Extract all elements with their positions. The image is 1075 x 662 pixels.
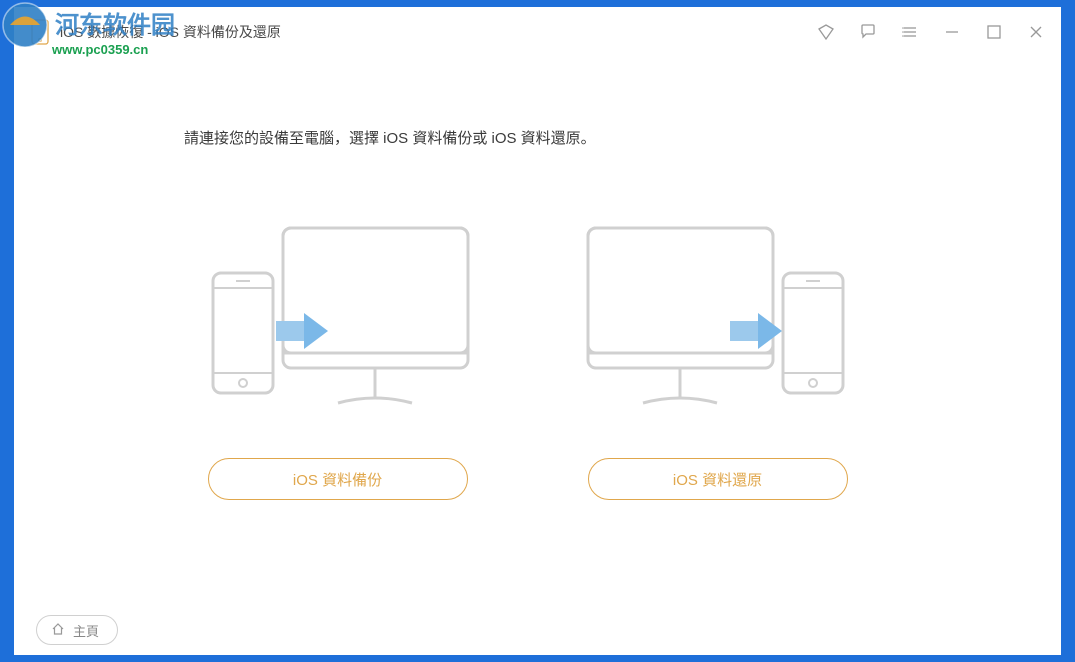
options-row: iOS 資料備份 [198,218,858,500]
restore-button[interactable]: iOS 資料還原 [588,458,848,500]
home-button-label: 主頁 [73,621,99,640]
instruction-text: 請連接您的設備至電腦，選擇 iOS 資料備份或 iOS 資料還原。 [184,127,596,148]
maximize-icon[interactable] [985,23,1003,41]
bottom-bar: 主頁 [14,605,1061,655]
titlebar: iOS 數據恢復 - iOS 資料備份及還原 [14,7,1061,57]
backup-button[interactable]: iOS 資料備份 [208,458,468,500]
close-icon[interactable] [1027,23,1045,41]
backup-button-label: iOS 資料備份 [293,469,382,490]
feedback-icon[interactable] [859,23,877,41]
home-button[interactable]: 主頁 [36,615,118,645]
minimize-icon[interactable] [943,23,961,41]
titlebar-left: iOS 數據恢復 - iOS 資料備份及還原 [30,18,281,46]
app-title: iOS 數據恢復 - iOS 資料備份及還原 [60,22,281,42]
titlebar-controls [817,23,1045,41]
backup-option: iOS 資料備份 [198,218,478,500]
backup-graphic [198,218,478,418]
app-icon [30,18,50,46]
restore-option: iOS 資料還原 [578,218,858,500]
menu-icon[interactable] [901,23,919,41]
app-window: iOS 數據恢復 - iOS 資料備份及還原 請連接您的設備至電腦，選擇 [14,7,1061,655]
restore-graphic [578,218,858,418]
home-icon [51,622,65,639]
restore-button-label: iOS 資料還原 [673,469,762,490]
main-content: 請連接您的設備至電腦，選擇 iOS 資料備份或 iOS 資料還原。 [14,57,1061,605]
diamond-icon[interactable] [817,23,835,41]
